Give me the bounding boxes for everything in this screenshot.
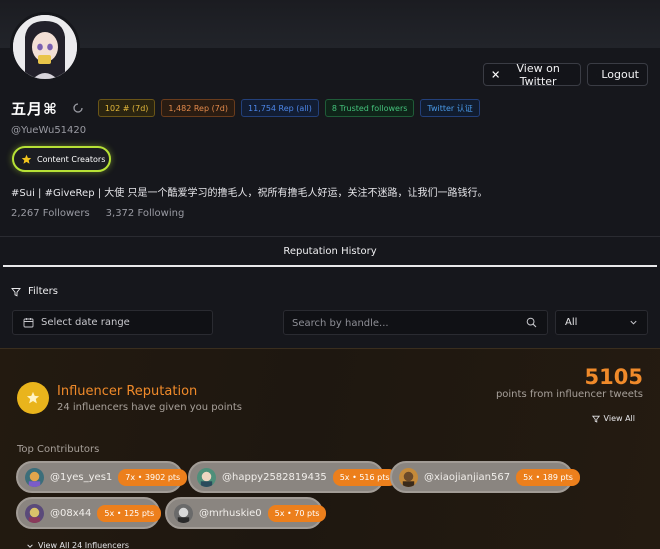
x-logo-icon [492,71,499,78]
view-all-influencers-button[interactable]: View All 24 Influencers [26,541,129,549]
search-box [283,310,548,335]
tab-reputation-history[interactable]: Reputation History [0,237,660,266]
view-on-twitter-button[interactable]: View on Twitter [483,61,581,88]
top-contributors-label: Top Contributors [17,444,100,455]
filter-icon [11,287,21,297]
contributor-avatar [25,503,44,523]
contributor-avatar [174,503,193,523]
contributor-handle: @happy2582819435 [222,471,327,483]
influencer-points: 5105 [584,365,643,389]
influencer-star-badge [17,382,49,414]
contributor-points: 5x • 70 pts [267,504,327,522]
following-count[interactable]: 3,372 Following [106,208,185,219]
followers-count[interactable]: 2,267 Followers [11,208,90,219]
contributor-avatar [25,467,44,487]
rep-all-badge: 11,754 Rep (all) [241,99,319,117]
profile-banner [0,0,660,48]
profile-handle: @YueWu51420 [11,125,87,136]
date-range-picker[interactable]: Select date range [12,310,213,335]
influencer-points-label: points from influencer tweets [495,389,643,400]
contributor-pill[interactable]: @happy2582819435 5x • 516 pts [188,461,397,493]
rank-badge: 102 # (7d) [97,99,156,117]
contributor-avatar [399,467,418,487]
content-creators-label: Content Creators [37,154,106,164]
filter-select[interactable]: All [555,310,648,335]
filters-header: Filters [11,286,58,297]
tab-bar: Reputation History [0,236,660,267]
profile-name: 五月⌘ [11,99,58,118]
logout-label: Logout [601,68,639,81]
view-all-influencers-label: View All 24 Influencers [38,541,130,549]
contributor-points: 5x • 516 pts [332,468,397,486]
contributor-handle: @1yes_yes1 [50,471,113,483]
search-icon [526,317,537,328]
contributor-handle: @08x44 [50,507,92,519]
filters-title: Filters [28,286,58,297]
contributor-avatar [197,467,216,487]
trusted-followers-badge: 8 Trusted followers [324,99,415,117]
influencer-reputation-title: Influencer Reputation [57,384,198,399]
calendar-icon [23,318,34,328]
profile-name-row: 五月⌘ 102 # (7d) 1,482 Rep (7d) 11,754 Rep… [11,98,486,118]
contributor-points: 7x • 3902 pts [118,468,188,486]
profile-avatar [10,12,80,82]
chevron-down-icon [27,543,33,548]
contributor-pill[interactable]: @mrhuskie0 5x • 70 pts [165,497,327,529]
view-all-label: View All [603,414,635,423]
view-all-button[interactable]: View All [591,414,635,423]
contributor-points: 5x • 189 pts [516,468,580,486]
filter-select-value: All [565,317,578,328]
view-on-twitter-label: View on Twitter [516,61,560,88]
active-tab-indicator [3,265,657,267]
content-creators-badge: Content Creators [12,146,111,172]
contributor-handle: @xiaojianjian567 [424,471,511,483]
profile-bio: #Sui | #GiveRep | 大使 只是一个酷爱学习的撸毛人，祝所有撸毛人… [11,188,488,199]
rep-7d-badge: 1,482 Rep (7d) [161,99,235,117]
search-input[interactable] [284,312,519,335]
contributor-points: 5x • 125 pts [97,504,162,522]
influencer-reputation-card: Influencer Reputation 24 influencers hav… [0,348,660,549]
follow-stats: 2,267 Followers 3,372 Following [11,208,184,219]
influencer-count-subtitle: 24 influencers have given you points [57,402,242,413]
star-icon [21,154,32,164]
twitter-verified-badge: Twitter 认证 [420,99,480,117]
logout-button[interactable]: Logout [587,63,648,86]
contributor-pill[interactable]: @xiaojianjian567 5x • 189 pts [390,461,580,493]
contributor-pill[interactable]: @1yes_yes1 7x • 3902 pts [16,461,188,493]
star-icon [26,391,40,404]
refresh-icon[interactable] [72,102,84,114]
chevron-down-icon [630,320,637,325]
contributor-pill[interactable]: @08x44 5x • 125 pts [16,497,162,529]
date-range-label: Select date range [41,317,130,328]
contributor-handle: @mrhuskie0 [199,507,262,519]
filter-icon [591,415,600,423]
